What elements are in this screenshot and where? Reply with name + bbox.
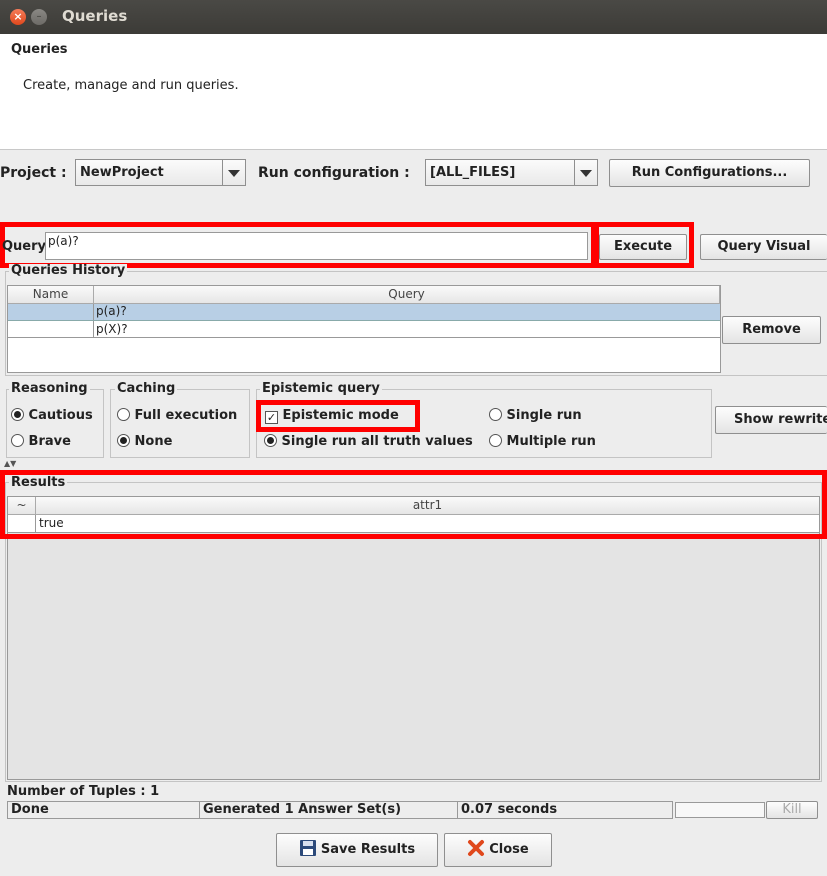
history-row-name: [8, 321, 94, 337]
radio-selected-icon[interactable]: [264, 434, 277, 447]
history-row-query: p(X)?: [96, 322, 128, 336]
save-results-label: Save Results: [320, 842, 416, 857]
close-label: Close: [489, 842, 529, 857]
reasoning-brave-label: Brave: [28, 434, 71, 449]
radio-selected-icon[interactable]: [11, 408, 24, 421]
radio-selected-icon[interactable]: [117, 434, 130, 447]
epistemic-mode-checkbox[interactable]: ✓ Epistemic mode: [265, 408, 399, 424]
multiple-run-radio[interactable]: Multiple run: [489, 434, 596, 449]
history-col-name: Name: [8, 286, 94, 304]
chevron-down-icon[interactable]: [222, 160, 245, 185]
history-row-query: p(a)?: [96, 304, 127, 318]
caching-full-label: Full execution: [134, 408, 238, 423]
project-label: Project :: [0, 165, 67, 181]
status-message: Generated 1 Answer Set(s): [199, 801, 458, 819]
table-row[interactable]: p(a)?: [8, 304, 720, 321]
run-config-select-value: [ALL_FILES]: [430, 165, 516, 180]
query-visual-button[interactable]: Query Visual: [700, 234, 827, 260]
run-config-select[interactable]: [ALL_FILES]: [425, 159, 598, 186]
radio-unselected-icon[interactable]: [489, 408, 502, 421]
reasoning-title: Reasoning: [9, 381, 90, 396]
project-select[interactable]: NewProject: [75, 159, 246, 186]
epistemic-title: Epistemic query: [260, 381, 382, 396]
execute-button[interactable]: Execute: [599, 234, 687, 260]
caching-none-label: None: [134, 434, 173, 449]
reasoning-cautious-radio[interactable]: Cautious: [11, 408, 93, 423]
chevron-down-icon[interactable]: [574, 160, 597, 185]
query-input-value: p(a)?: [48, 234, 79, 248]
project-select-value: NewProject: [80, 165, 164, 180]
single-run-label: Single run: [506, 408, 582, 423]
history-col-query: Query: [94, 286, 720, 304]
status-state: Done: [7, 801, 200, 819]
history-table: Name Query p(a)? p(X)?: [7, 285, 721, 373]
kill-button[interactable]: Kill: [766, 801, 818, 819]
close-x-icon: [467, 838, 485, 870]
close-button[interactable]: Close: [444, 833, 552, 867]
query-label: Query: [2, 239, 47, 254]
status-time: 0.07 seconds: [457, 801, 673, 819]
header-panel: Queries Create, manage and run queries.: [0, 34, 827, 150]
caching-full-radio[interactable]: Full execution: [117, 408, 237, 423]
radio-unselected-icon[interactable]: [117, 408, 130, 421]
reasoning-brave-radio[interactable]: Brave: [11, 434, 71, 449]
show-rewrite-button[interactable]: Show rewrite: [715, 406, 827, 434]
run-configurations-button[interactable]: Run Configurations...: [609, 159, 810, 187]
radio-unselected-icon[interactable]: [489, 434, 502, 447]
caching-title: Caching: [115, 381, 178, 396]
single-run-all-label: Single run all truth values: [281, 434, 473, 449]
query-input[interactable]: p(a)?: [45, 232, 588, 260]
epistemic-mode-label: Epistemic mode: [282, 408, 399, 423]
radio-unselected-icon[interactable]: [11, 434, 24, 447]
table-row[interactable]: p(X)?: [8, 321, 720, 338]
window-close-icon[interactable]: ×: [10, 9, 26, 25]
window-title: Queries: [62, 7, 128, 25]
single-run-all-radio[interactable]: Single run all truth values: [264, 434, 473, 449]
history-row-name: [8, 304, 94, 320]
caching-none-radio[interactable]: None: [117, 434, 172, 449]
run-config-label: Run configuration :: [258, 165, 410, 181]
remove-button[interactable]: Remove: [722, 316, 821, 344]
progress-bar: [675, 802, 765, 818]
header-subtitle: Create, manage and run queries.: [23, 78, 239, 93]
splitter-arrows-icon[interactable]: ▲▼: [4, 460, 16, 468]
multiple-run-label: Multiple run: [506, 434, 596, 449]
floppy-disk-icon: [299, 838, 317, 870]
header-title: Queries: [11, 42, 68, 57]
results-highlight: [0, 470, 827, 539]
reasoning-cautious-label: Cautious: [28, 408, 93, 423]
queries-history-title: Queries History: [9, 264, 128, 278]
results-title: Results: [9, 475, 68, 490]
tuples-count: Number of Tuples : 1: [7, 784, 160, 799]
window-minimize-icon[interactable]: –: [31, 9, 47, 25]
single-run-radio[interactable]: Single run: [489, 408, 582, 423]
checkbox-checked-icon[interactable]: ✓: [265, 411, 278, 424]
save-results-button[interactable]: Save Results: [276, 833, 438, 867]
title-bar: × – Queries: [0, 0, 827, 34]
